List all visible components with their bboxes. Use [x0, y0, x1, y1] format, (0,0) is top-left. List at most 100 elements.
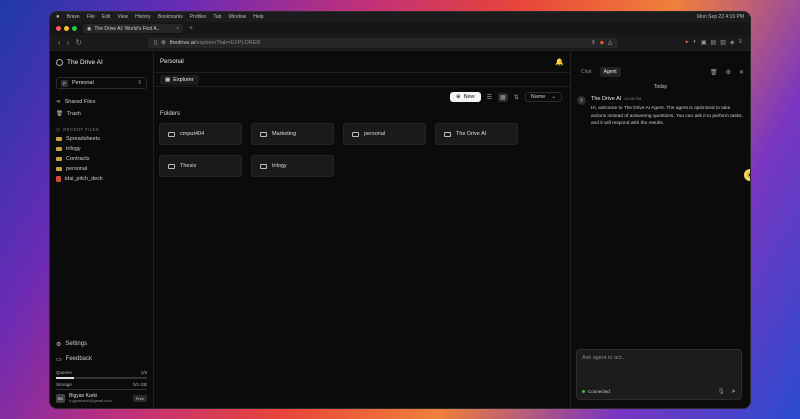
- folder-name: Marketing: [272, 131, 297, 137]
- brave-shields-icon[interactable]: ◆: [600, 40, 604, 46]
- folder-grid: cmput404 Marketing personal The Drive AI…: [154, 121, 570, 179]
- menu-file[interactable]: File: [87, 14, 95, 20]
- extension-icon[interactable]: ▣: [701, 39, 707, 46]
- plan-badge: Free: [132, 395, 147, 403]
- sidebar-item-trash[interactable]: 🗑 Trash: [56, 108, 147, 119]
- tab-explorer[interactable]: ▦ Explorer: [160, 74, 199, 85]
- queries-value: 1/5: [140, 370, 147, 376]
- list-view-icon[interactable]: ☰: [487, 94, 492, 101]
- folder-card[interactable]: The Drive AI: [435, 123, 518, 145]
- gear-icon[interactable]: ⚙: [726, 69, 731, 76]
- brand: The Drive AI: [56, 55, 147, 69]
- recent-item-contracts[interactable]: Contracts: [56, 154, 147, 164]
- recent-files-heading: ◷ RECENT FILES: [56, 125, 147, 134]
- user-profile[interactable]: BK Bigyan Karki b.gyankarki@gmail.com Fr…: [56, 393, 147, 404]
- folder-card[interactable]: Thesis: [159, 155, 242, 177]
- settings-button[interactable]: ⚙ Settings: [56, 337, 147, 351]
- menu-icon[interactable]: ≡: [738, 39, 742, 46]
- back-icon[interactable]: ‹: [58, 38, 61, 47]
- zoom-window-button[interactable]: [72, 26, 77, 31]
- new-tab-icon[interactable]: +: [189, 25, 193, 32]
- recent-item-pitch-deck[interactable]: tdai_pitch_deck: [56, 174, 147, 184]
- recent-files-title: RECENT FILES: [63, 127, 100, 132]
- recent-item-trilogy[interactable]: trilogy: [56, 144, 147, 154]
- folder-name: The Drive AI: [456, 131, 487, 137]
- extension-icon[interactable]: ✦: [684, 39, 689, 46]
- agent-input[interactable]: Ask agent to act...: [582, 355, 736, 361]
- recent-item-spreadsheets[interactable]: Spreadsheets: [56, 134, 147, 144]
- favicon-icon: ◉: [87, 25, 92, 32]
- tab-agent[interactable]: Agent: [599, 67, 621, 77]
- menu-history[interactable]: History: [135, 14, 151, 20]
- folder-icon: [168, 131, 175, 137]
- workspace-name: Personal: [72, 80, 94, 86]
- sidebar-toggle-icon[interactable]: ▤: [711, 39, 717, 46]
- folder-icon: [56, 146, 62, 152]
- sidebar-footer: ⚙ Settings ▭ Feedback Queries 1/5 Storag…: [56, 336, 147, 404]
- menu-bookmarks[interactable]: Bookmarks: [158, 14, 183, 20]
- grid-view-icon[interactable]: ▦: [498, 92, 508, 102]
- agent-message: ⚲ The Drive AI 04:16 PM Hi, welcome to Th…: [571, 90, 750, 134]
- folder-card[interactable]: Marketing: [251, 123, 334, 145]
- share-page-icon[interactable]: ⇪: [591, 40, 596, 46]
- minimize-window-button[interactable]: [64, 26, 69, 31]
- menu-help[interactable]: Help: [253, 14, 263, 20]
- folder-card[interactable]: trilogy: [251, 155, 334, 177]
- forward-icon[interactable]: ›: [67, 38, 70, 47]
- menu-window[interactable]: Window: [228, 14, 246, 20]
- feedback-button[interactable]: ▭ Feedback: [56, 352, 147, 366]
- sort-icon[interactable]: ⇅: [514, 94, 519, 101]
- close-window-button[interactable]: [56, 26, 61, 31]
- breadcrumb: Personal 🔔: [154, 51, 570, 73]
- menu-view[interactable]: View: [117, 14, 128, 20]
- mac-menubar: ● Brave File Edit View History Bookmarks…: [50, 12, 750, 22]
- apple-icon[interactable]: ●: [56, 14, 60, 20]
- sidebar: The Drive AI P Personal ⇕ ⋖ Shared Files…: [50, 51, 154, 408]
- menu-tab[interactable]: Tab: [213, 14, 221, 20]
- workspace-selector[interactable]: P Personal ⇕: [56, 77, 147, 89]
- send-icon[interactable]: ➤: [731, 388, 736, 395]
- menu-profiles[interactable]: Profiles: [190, 14, 207, 20]
- folder-card[interactable]: cmput404: [159, 123, 242, 145]
- storage-bar: [56, 388, 147, 391]
- folder-icon: [56, 156, 62, 162]
- close-tab-icon[interactable]: ×: [176, 26, 179, 32]
- agent-name: The Drive AI: [591, 96, 622, 102]
- agent-composer[interactable]: Ask agent to act... Connected 🎙 ➤: [576, 349, 742, 400]
- folder-icon: [56, 166, 62, 172]
- rewards-icon[interactable]: △: [608, 40, 612, 46]
- menu-edit[interactable]: Edit: [102, 14, 111, 20]
- trash-icon[interactable]: 🗑: [710, 69, 718, 76]
- queries-label: Queries: [56, 370, 72, 376]
- browser-window: ● Brave File Edit View History Bookmarks…: [49, 11, 751, 409]
- reload-icon[interactable]: ↻: [75, 38, 82, 47]
- tab-chat[interactable]: Chat: [577, 67, 596, 77]
- chevron-down-icon: ⌄: [551, 94, 556, 100]
- extension-icon[interactable]: ◐: [693, 39, 697, 46]
- message-icon: ▭: [56, 356, 62, 363]
- recent-item-label: personal: [66, 166, 88, 172]
- url-field[interactable]: ▯ ⊜ thedrive.ai/explorer?tab=EXPLORER ⇪ …: [148, 37, 619, 48]
- app-body: The Drive AI P Personal ⇕ ⋖ Shared Files…: [50, 51, 750, 408]
- microphone-icon[interactable]: 🎙: [717, 388, 725, 395]
- grid-icon: ▦: [165, 76, 171, 83]
- browser-tab-title: The Drive AI: World's First A...: [94, 25, 161, 32]
- close-icon[interactable]: ✕: [739, 69, 744, 76]
- recent-item-personal[interactable]: personal: [56, 164, 147, 174]
- bookmark-icon[interactable]: ▯: [154, 40, 157, 46]
- new-button[interactable]: ⊕ New: [450, 92, 481, 102]
- wallet-icon[interactable]: ▥: [720, 39, 726, 46]
- sidebar-item-shared-files[interactable]: ⋖ Shared Files: [56, 96, 147, 107]
- bell-icon[interactable]: 🔔: [555, 58, 564, 66]
- url-path: /explorer?tab=EXPLORER: [195, 39, 261, 46]
- sidebar-item-label: Trash: [66, 110, 81, 117]
- browser-tab[interactable]: ◉ The Drive AI: World's First A... ×: [83, 24, 183, 33]
- tab-label: Explorer: [173, 76, 194, 83]
- breadcrumb-current[interactable]: Personal: [160, 59, 184, 65]
- menu-brave[interactable]: Brave: [67, 14, 80, 20]
- folder-card[interactable]: personal: [343, 123, 426, 145]
- sort-select[interactable]: Name ⌄: [524, 92, 562, 102]
- site-info-icon[interactable]: ⊜: [161, 40, 166, 46]
- vpn-icon[interactable]: ◈: [730, 39, 735, 46]
- folder-icon: [260, 163, 267, 169]
